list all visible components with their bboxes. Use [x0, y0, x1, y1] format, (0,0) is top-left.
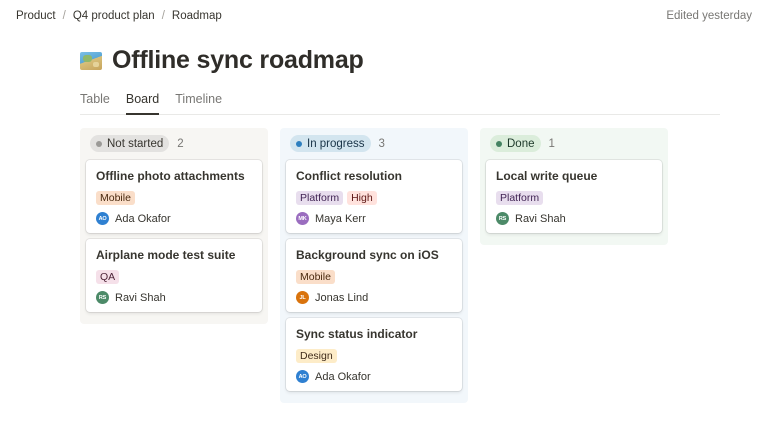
assignee-name: Jonas Lind [315, 291, 369, 304]
card-title: Airplane mode test suite [96, 248, 236, 262]
tag-high: High [347, 191, 377, 205]
breadcrumb-roadmap[interactable]: Roadmap [172, 10, 222, 22]
status-dot-icon [296, 140, 302, 147]
avatar: RS [496, 212, 509, 225]
tag-platform: Platform [496, 191, 544, 205]
tab-board[interactable]: Board [125, 92, 160, 115]
status-label: In progress [307, 137, 365, 150]
card-offline-photo-attachments[interactable]: Offline photo attachments Mobile AO Ada … [86, 160, 262, 233]
status-dot-icon [496, 140, 502, 147]
map-icon[interactable] [80, 51, 102, 70]
avatar: AO [96, 212, 109, 225]
assignee-name: Maya Kerr [315, 212, 366, 225]
card-title: Offline photo attachments [96, 169, 245, 183]
status-badge[interactable]: Not started [90, 135, 170, 152]
avatar: AO [296, 370, 309, 383]
assignee-name: Ada Okafor [315, 370, 371, 383]
tag-mobile: Mobile [296, 270, 335, 284]
card-sync-status-indicator[interactable]: Sync status indicator Design AO Ada Okaf… [286, 318, 462, 391]
column-done: Done 1 Local write queue Platform RS Rav… [480, 128, 668, 245]
column-in-progress: In progress 3 Conflict resolution Platfo… [280, 128, 468, 403]
breadcrumb-separator: / [161, 10, 165, 22]
column-header: Done 1 [490, 135, 662, 152]
tab-timeline[interactable]: Timeline [175, 92, 222, 115]
card-tags: Design [296, 349, 452, 363]
breadcrumb-separator: / [62, 10, 66, 22]
card-title: Background sync on iOS [296, 248, 439, 262]
board: Not started 2 Offline photo attachments … [80, 128, 668, 403]
assignee-name: Ravi Shah [515, 212, 566, 225]
breadcrumb: Product / Q4 product plan / Roadmap [16, 10, 222, 22]
card-tags: QA [96, 270, 252, 284]
tag-qa: QA [96, 270, 120, 284]
tag-mobile: Mobile [96, 191, 135, 205]
assignee-name: Ravi Shah [115, 291, 166, 304]
view-tabs: Table Board Timeline [80, 92, 720, 115]
card-assignee: RS Ravi Shah [96, 291, 252, 304]
card-conflict-resolution[interactable]: Conflict resolution Platform High MK May… [286, 160, 462, 233]
status-label: Done [507, 137, 535, 150]
tag-platform: Platform [296, 191, 344, 205]
card-count: 3 [378, 137, 385, 150]
card-title: Conflict resolution [296, 169, 402, 183]
column-header: Not started 2 [90, 135, 262, 152]
status-dot-icon [96, 140, 102, 147]
status-badge[interactable]: In progress [290, 135, 371, 152]
breadcrumb-q4-product-plan[interactable]: Q4 product plan [73, 10, 155, 22]
status-badge[interactable]: Done [490, 135, 541, 152]
card-assignee: AO Ada Okafor [96, 212, 252, 225]
card-assignee: RS Ravi Shah [496, 212, 652, 225]
avatar: MK [296, 212, 309, 225]
card-count: 1 [548, 137, 555, 150]
page-header: Offline sync roadmap [80, 46, 364, 75]
card-tags: Mobile [96, 191, 252, 205]
card-assignee: MK Maya Kerr [296, 212, 452, 225]
breadcrumb-product[interactable]: Product [16, 10, 56, 22]
column-header: In progress 3 [290, 135, 462, 152]
card-background-sync-on-ios[interactable]: Background sync on iOS Mobile JL Jonas L… [286, 239, 462, 312]
assignee-name: Ada Okafor [115, 212, 171, 225]
card-local-write-queue[interactable]: Local write queue Platform RS Ravi Shah [486, 160, 662, 233]
card-tags: Platform [496, 191, 652, 205]
avatar: JL [296, 291, 309, 304]
avatar: RS [96, 291, 109, 304]
card-title: Local write queue [496, 169, 598, 183]
tab-table[interactable]: Table [80, 92, 110, 115]
column-not-started: Not started 2 Offline photo attachments … [80, 128, 268, 324]
page-title[interactable]: Offline sync roadmap [112, 46, 364, 75]
card-assignee: AO Ada Okafor [296, 370, 452, 383]
status-label: Not started [107, 137, 164, 150]
card-airplane-mode-test-suite[interactable]: Airplane mode test suite QA RS Ravi Shah [86, 239, 262, 312]
edited-timestamp: Edited yesterday [666, 10, 752, 22]
card-count: 2 [177, 137, 184, 150]
tag-design: Design [296, 349, 337, 363]
top-bar: Product / Q4 product plan / Roadmap Edit… [0, 0, 768, 32]
card-tags: Mobile [296, 270, 452, 284]
card-title: Sync status indicator [296, 327, 418, 341]
card-tags: Platform High [296, 191, 452, 205]
card-assignee: JL Jonas Lind [296, 291, 452, 304]
